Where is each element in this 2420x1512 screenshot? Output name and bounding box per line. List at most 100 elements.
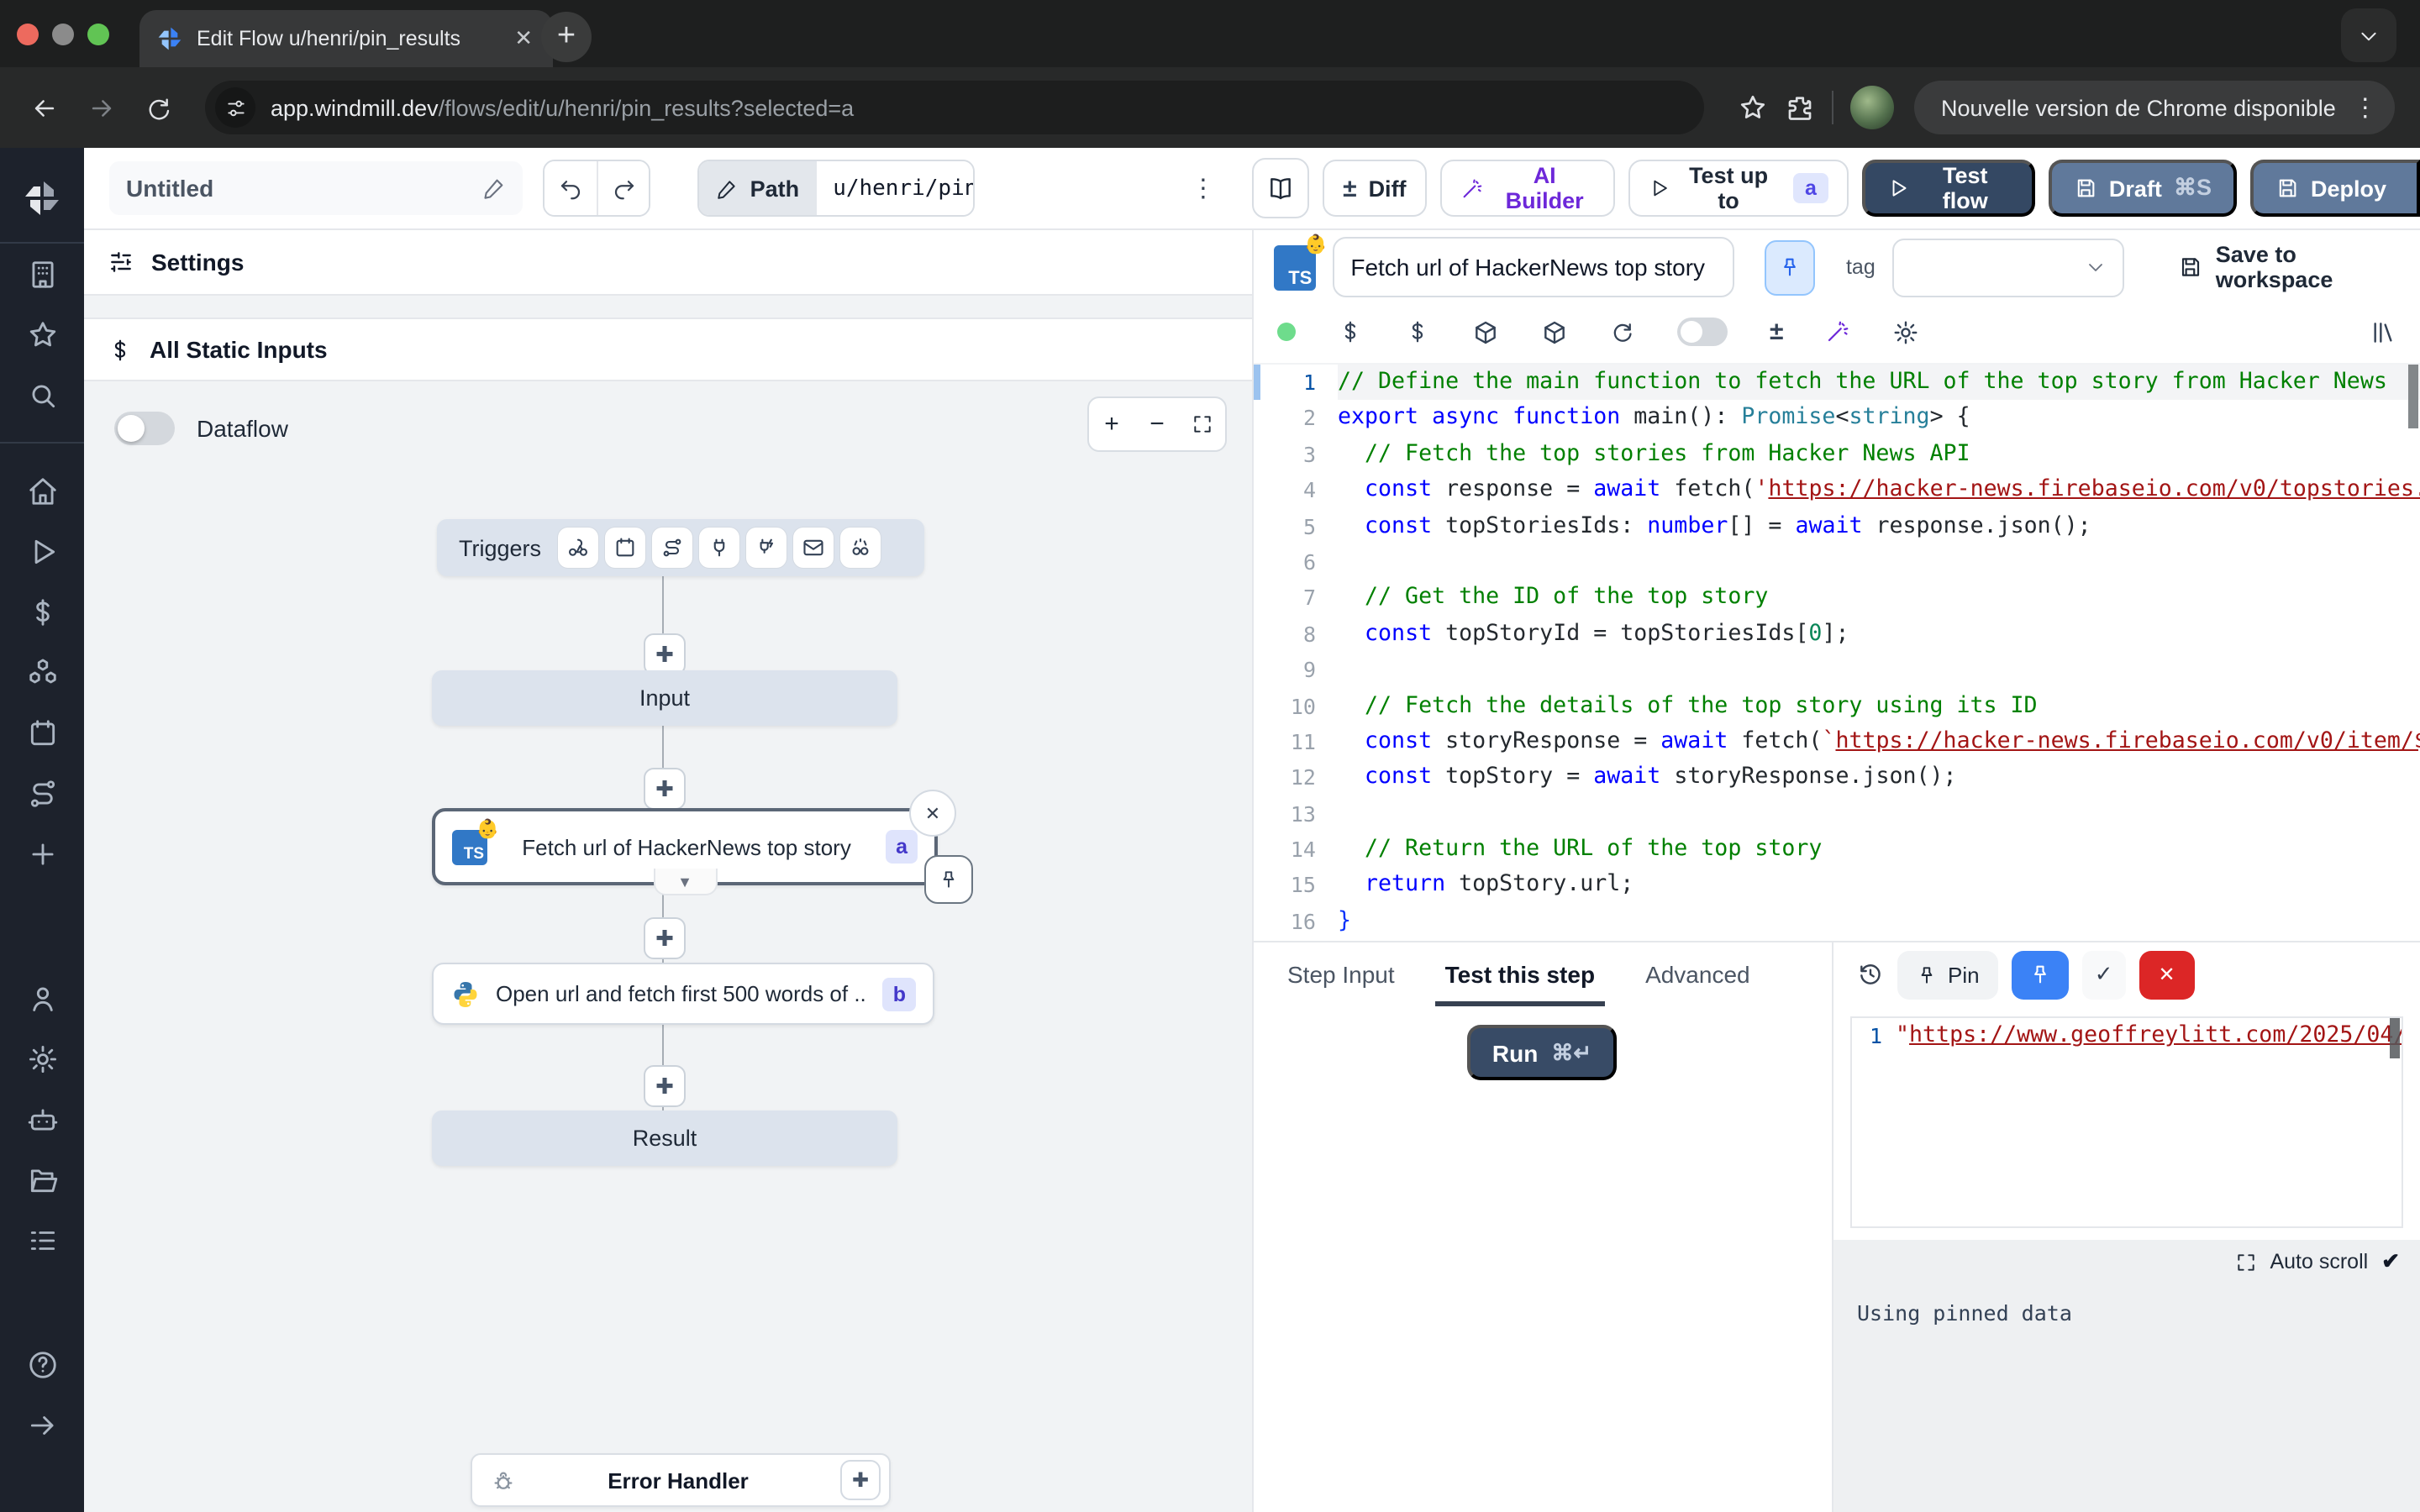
sidebar-item-search[interactable] bbox=[0, 365, 84, 425]
sidebar-item-help[interactable] bbox=[0, 1334, 84, 1394]
sidebar-item-folder[interactable] bbox=[0, 1149, 84, 1210]
insert-step-button[interactable]: ✚ bbox=[644, 633, 686, 675]
editor-toggle[interactable] bbox=[1677, 318, 1728, 346]
remove-pin-button[interactable]: ✕ bbox=[2139, 950, 2195, 999]
sidebar-item-home[interactable] bbox=[0, 460, 84, 521]
triggers-node[interactable]: Triggers bbox=[437, 519, 924, 576]
tab-test-this-step[interactable]: Test this step bbox=[1445, 942, 1595, 1006]
tab-step-input[interactable]: Step Input bbox=[1287, 942, 1395, 1006]
code-line-11[interactable]: 11 const storyResponse = await fetch(`ht… bbox=[1254, 724, 2420, 760]
back-button[interactable] bbox=[20, 84, 67, 131]
delete-step-button[interactable]: ✕ bbox=[909, 790, 956, 837]
zoom-out-button[interactable]: − bbox=[1134, 398, 1180, 450]
code-line-9[interactable]: 9 bbox=[1254, 652, 2420, 688]
sidebar-item-dollar[interactable] bbox=[0, 581, 84, 642]
sidebar-item-boxes[interactable] bbox=[0, 642, 84, 702]
history-icon[interactable] bbox=[1857, 961, 1884, 988]
trigger-webhook-button[interactable] bbox=[558, 528, 598, 568]
zoom-window-button[interactable] bbox=[87, 23, 109, 45]
windmill-logo[interactable] bbox=[22, 178, 62, 218]
tab-close-icon[interactable]: ✕ bbox=[511, 25, 536, 52]
undo-button[interactable] bbox=[544, 161, 597, 215]
trigger-scheduled-poll-button[interactable] bbox=[840, 528, 881, 568]
code-line-3[interactable]: 3 // Fetch the top stories from Hacker N… bbox=[1254, 437, 2420, 473]
browser-menu-icon[interactable]: ⋮ bbox=[2346, 92, 2385, 123]
package-icon[interactable] bbox=[1472, 318, 1499, 345]
path-group[interactable]: Path u/henri/pin bbox=[698, 160, 976, 217]
new-tab-button[interactable]: + bbox=[541, 12, 592, 62]
code-line-16[interactable]: 16} bbox=[1254, 904, 2420, 940]
ai-builder-button[interactable]: AI Builder bbox=[1440, 160, 1615, 217]
resources-icon[interactable] bbox=[1405, 319, 1430, 344]
sidebar-item-plus[interactable] bbox=[0, 823, 84, 884]
sidebar-item-route[interactable] bbox=[0, 763, 84, 823]
sidebar-item-user[interactable] bbox=[0, 968, 84, 1028]
step-name-input[interactable]: Fetch url of HackerNews top story bbox=[1332, 237, 1734, 297]
trigger-email-button[interactable] bbox=[793, 528, 834, 568]
reload-button[interactable] bbox=[134, 84, 182, 131]
sidebar-item-star[interactable] bbox=[0, 304, 84, 365]
settings-gear-icon[interactable] bbox=[1892, 318, 1919, 345]
code-line-1[interactable]: 1"https://www.geoffreylitt.com/2025/04/1… bbox=[1852, 1018, 2402, 1054]
site-info-icon[interactable] bbox=[215, 87, 255, 128]
step-node-b[interactable]: Open url and fetch first 500 words of ..… bbox=[432, 963, 934, 1025]
pinned-data-editor[interactable]: 1"https://www.geoffreylitt.com/2025/04/1… bbox=[1850, 1016, 2403, 1228]
confirm-pin-button[interactable]: ✓ bbox=[2082, 950, 2126, 999]
diff-button[interactable]: ± Diff bbox=[1323, 160, 1426, 217]
all-static-inputs-row[interactable]: All Static Inputs bbox=[84, 318, 1252, 381]
sidebar-item-calendar[interactable] bbox=[0, 702, 84, 763]
code-line-5[interactable]: 5 const topStoriesIds: number[] = await … bbox=[1254, 508, 2420, 544]
code-line-10[interactable]: 10 // Fetch the details of the top story… bbox=[1254, 688, 2420, 724]
pinned-scrollbar-thumb[interactable] bbox=[2390, 1018, 2400, 1058]
add-error-handler-button[interactable]: ✚ bbox=[840, 1460, 881, 1500]
trigger-kafka-button[interactable] bbox=[746, 528, 786, 568]
tab-advanced[interactable]: Advanced bbox=[1645, 942, 1750, 1006]
forward-button[interactable] bbox=[77, 84, 124, 131]
redo-button[interactable] bbox=[597, 161, 649, 215]
flow-canvas[interactable]: Dataflow + − Triggers bbox=[84, 381, 1252, 1512]
code-line-1[interactable]: 1// Define the main function to fetch th… bbox=[1254, 365, 2420, 401]
reload-icon[interactable] bbox=[1610, 319, 1635, 344]
sidebar-item-building[interactable] bbox=[0, 244, 84, 304]
docs-button[interactable] bbox=[1253, 158, 1309, 218]
variables-icon[interactable] bbox=[1338, 319, 1363, 344]
input-node[interactable]: Input bbox=[432, 670, 897, 726]
library-icon[interactable] bbox=[2370, 318, 2396, 345]
pinned-indicator[interactable] bbox=[924, 855, 973, 904]
code-editor[interactable]: 1// Define the main function to fetch th… bbox=[1254, 363, 2420, 941]
code-line-4[interactable]: 4 const response = await fetch('https://… bbox=[1254, 472, 2420, 508]
test-up-to-step-badge[interactable]: a bbox=[1793, 173, 1828, 203]
draft-button[interactable]: Draft ⌘S bbox=[2049, 160, 2237, 217]
close-window-button[interactable] bbox=[17, 23, 39, 45]
pin-button[interactable]: Pin bbox=[1897, 950, 1998, 999]
trigger-schedule-button[interactable] bbox=[605, 528, 645, 568]
code-line-7[interactable]: 7 // Get the ID of the top story bbox=[1254, 580, 2420, 617]
sidebar-item-gear[interactable] bbox=[0, 1028, 84, 1089]
step-node-a[interactable]: 👶TS Fetch url of HackerNews top story a … bbox=[432, 808, 938, 885]
path-button[interactable]: Path bbox=[700, 161, 817, 215]
tab-search-button[interactable] bbox=[2341, 8, 2396, 62]
result-node[interactable]: Result bbox=[432, 1110, 897, 1166]
pin-toggle-button[interactable] bbox=[1765, 239, 1816, 295]
flow-settings-row[interactable]: Settings bbox=[84, 230, 1252, 296]
sidebar-item-bot[interactable] bbox=[0, 1089, 84, 1149]
browser-tab[interactable]: Edit Flow u/henri/pin_results ✕ bbox=[139, 10, 553, 67]
minimize-window-button[interactable] bbox=[52, 23, 74, 45]
insert-step-button[interactable]: ✚ bbox=[644, 768, 686, 810]
sidebar-item-arrow-right[interactable] bbox=[0, 1394, 84, 1455]
more-options-icon[interactable]: ⋮ bbox=[1191, 173, 1216, 203]
insert-step-button[interactable]: ✚ bbox=[644, 917, 686, 959]
zoom-in-button[interactable]: + bbox=[1089, 398, 1134, 450]
code-line-6[interactable]: 6 bbox=[1254, 544, 2420, 580]
sidebar-item-play[interactable] bbox=[0, 521, 84, 581]
ai-wand-icon[interactable] bbox=[1825, 319, 1850, 344]
auto-scroll-control[interactable]: Auto scroll ✔ bbox=[1833, 1243, 2420, 1280]
code-line-12[interactable]: 12 const topStory = await storyResponse.… bbox=[1254, 760, 2420, 796]
tag-select[interactable] bbox=[1892, 238, 2124, 297]
test-up-to-button[interactable]: Test up to a bbox=[1628, 160, 1849, 217]
error-handler-node[interactable]: Error Handler ✚ bbox=[471, 1453, 891, 1507]
profile-avatar[interactable] bbox=[1850, 86, 1894, 129]
diff-icon[interactable]: ± bbox=[1770, 318, 1783, 346]
code-line-8[interactable]: 8 const topStoryId = topStoriesIds[0]; bbox=[1254, 616, 2420, 652]
deploy-button[interactable]: Deploy bbox=[2250, 160, 2420, 217]
